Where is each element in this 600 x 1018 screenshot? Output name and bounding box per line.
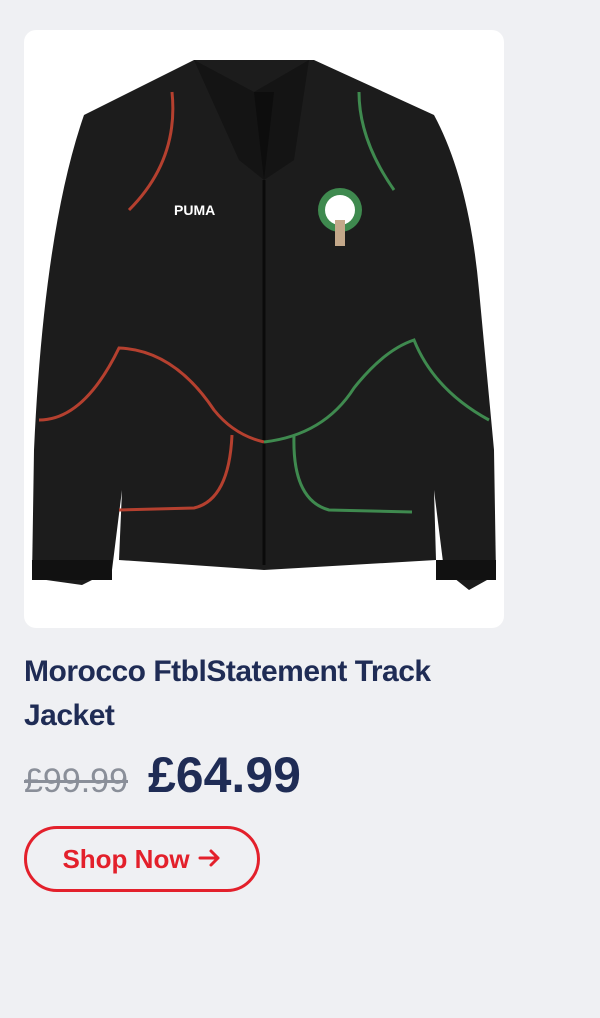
sale-price: £64.99 bbox=[148, 747, 301, 803]
original-price: £99.99 bbox=[24, 762, 128, 800]
arrow-right-icon bbox=[198, 844, 222, 875]
price-row: £99.99 £64.99 bbox=[24, 746, 301, 804]
shop-now-label: Shop Now bbox=[62, 843, 190, 874]
product-title[interactable]: Morocco FtblStatement Track Jacket bbox=[24, 650, 494, 738]
jacket-illustration: PUMA bbox=[32, 60, 496, 590]
product-image[interactable]: PUMA bbox=[24, 30, 504, 628]
brand-logo: PUMA bbox=[174, 202, 215, 218]
shop-now-button[interactable]: Shop Now bbox=[24, 826, 260, 892]
